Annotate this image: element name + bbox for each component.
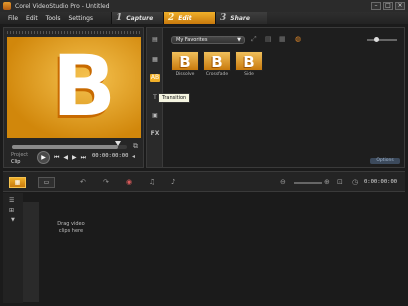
add-to-favorites-icon[interactable]: ⤢ bbox=[251, 35, 257, 44]
app-logo-icon bbox=[3, 2, 11, 10]
step-number: 2 bbox=[168, 13, 175, 23]
close-button[interactable]: × bbox=[395, 2, 405, 10]
record-capture-icon[interactable]: ◉ bbox=[126, 178, 132, 186]
drop-hint: Drag video clips here bbox=[57, 221, 85, 234]
timeline-toolbar: ▦ ▭ ↶ ↷ ◉ ♫ ♪ ⊖ ⊕ ⊡ ◷ 0:00:00:00 bbox=[3, 171, 405, 192]
step-label: Edit bbox=[178, 14, 192, 22]
scrubber-progress bbox=[12, 145, 118, 149]
storyboard-list-icon[interactable]: ☰ bbox=[9, 197, 14, 204]
storyboard-slot[interactable] bbox=[23, 202, 39, 302]
preview-timecode[interactable]: 00:00:00:00 bbox=[92, 153, 128, 159]
tile-letter: B bbox=[211, 53, 223, 71]
volume-icon[interactable]: ◂ bbox=[132, 153, 135, 160]
play-button[interactable]: ▶ bbox=[37, 151, 50, 164]
zoom-in-icon[interactable]: ⊕ bbox=[324, 178, 330, 186]
mode-project-label[interactable]: Project bbox=[11, 152, 28, 159]
step-number: 3 bbox=[220, 13, 227, 23]
menu-file[interactable]: File bbox=[8, 15, 18, 22]
fit-project-icon[interactable]: ⊡ bbox=[337, 178, 343, 186]
storyboard-view-button[interactable]: ▦ bbox=[9, 177, 26, 188]
home-icon[interactable]: ⏮ bbox=[54, 154, 59, 162]
playback-mode: Project Clip bbox=[11, 152, 28, 166]
scrubber[interactable] bbox=[12, 141, 127, 149]
sound-mixer-icon[interactable]: ♫ bbox=[149, 178, 155, 186]
step-label: Capture bbox=[126, 14, 154, 22]
menu-edit[interactable]: Edit bbox=[26, 15, 38, 22]
transition-thumbnail[interactable]: B bbox=[171, 51, 199, 71]
preview-window: B bbox=[7, 37, 141, 138]
gallery-dropdown-value: My Favorites bbox=[176, 37, 208, 43]
media-icon[interactable]: ▤ bbox=[150, 36, 160, 44]
window-title: Corel VideoStudio Pro - Untitled bbox=[15, 2, 110, 10]
gallery-dropdown[interactable]: My Favorites ▼ bbox=[171, 36, 245, 44]
snapshot-icon[interactable]: ⧉ bbox=[133, 142, 138, 151]
storyboard-area[interactable]: ☰ ⊞ ▼ Drag video clips here bbox=[3, 193, 405, 303]
mode-clip-label[interactable]: Clip bbox=[11, 159, 28, 166]
filter-icon[interactable]: FX bbox=[150, 130, 160, 138]
transition-thumbnail[interactable]: B bbox=[203, 51, 231, 71]
transport-controls: ⏮ ◀ ▶ ⏭ bbox=[54, 154, 86, 162]
menu-settings[interactable]: Settings bbox=[68, 15, 93, 22]
preview-panel: B ⧉ Project Clip ▶ ⏮ ◀ ▶ ⏭ 00:00:00:00 ◂ bbox=[3, 27, 144, 168]
options-button[interactable]: Options bbox=[370, 158, 400, 164]
tile-letter: B bbox=[243, 53, 255, 71]
next-frame-icon[interactable]: ▶ bbox=[72, 154, 77, 162]
scrubber-handle[interactable] bbox=[114, 141, 121, 146]
panel-grip bbox=[7, 31, 140, 34]
timeline-view-button[interactable]: ▭ bbox=[38, 177, 55, 188]
minimize-button[interactable]: – bbox=[371, 2, 381, 10]
step-share[interactable]: 3 Share bbox=[215, 12, 267, 24]
zoom-slider[interactable] bbox=[294, 182, 322, 184]
project-duration[interactable]: 0:00:00:00 bbox=[364, 179, 397, 185]
maximize-button[interactable]: □ bbox=[383, 2, 393, 10]
clock-icon: ◷ bbox=[352, 178, 359, 186]
step-label: Share bbox=[230, 14, 250, 22]
storyboard-sidebar: ☰ ⊞ ▼ bbox=[3, 193, 23, 303]
end-icon[interactable]: ⏭ bbox=[81, 154, 86, 162]
menu-tools[interactable]: Tools bbox=[46, 15, 61, 22]
redo-icon[interactable]: ↷ bbox=[103, 178, 109, 186]
window-controls: – □ × bbox=[371, 2, 405, 10]
apply-to-video-icon[interactable]: ▤ bbox=[265, 35, 272, 43]
preview-letter: B bbox=[52, 37, 117, 135]
tile-letter: B bbox=[179, 53, 191, 71]
zoom-out-icon[interactable]: ⊖ bbox=[280, 178, 286, 186]
step-edit[interactable]: 2 Edit bbox=[163, 12, 215, 24]
step-capture[interactable]: 1 Capture bbox=[111, 12, 163, 24]
graphic-icon[interactable]: ▣ bbox=[150, 112, 160, 120]
library-panel: ▤ ▦ AB T ▣ FX My Favorites ▼ ⤢ ▤ ▦ ◍ B D… bbox=[146, 27, 405, 168]
apply-random-icon[interactable]: ▦ bbox=[279, 35, 286, 43]
transition-thumbnail[interactable]: B bbox=[235, 51, 263, 71]
transition-label: Crossfade bbox=[205, 72, 229, 77]
track-manager-icon[interactable]: ⊞ bbox=[9, 207, 14, 214]
transition-label: Side bbox=[244, 72, 254, 77]
undo-icon[interactable]: ↶ bbox=[80, 178, 86, 186]
tooltip: Transition bbox=[158, 93, 191, 103]
previous-frame-icon[interactable]: ◀ bbox=[63, 154, 68, 162]
workflow-steps: 1 Capture 2 Edit 3 Share bbox=[111, 12, 267, 24]
auto-music-icon[interactable]: ♪ bbox=[171, 178, 175, 186]
slider-knob[interactable] bbox=[374, 37, 379, 42]
title-bar: Corel VideoStudio Pro - Untitled – □ × bbox=[0, 0, 408, 12]
transition-icon[interactable]: AB bbox=[150, 74, 160, 82]
transition-label: Dissolve bbox=[175, 72, 195, 77]
thumbnail-size-slider[interactable] bbox=[367, 37, 397, 42]
get-more-icon[interactable]: ◍ bbox=[295, 35, 301, 43]
chevron-down-icon[interactable]: ▼ bbox=[11, 217, 15, 223]
chevron-down-icon: ▼ bbox=[237, 37, 241, 43]
instant-project-icon[interactable]: ▦ bbox=[150, 56, 160, 64]
step-number: 1 bbox=[116, 13, 123, 23]
